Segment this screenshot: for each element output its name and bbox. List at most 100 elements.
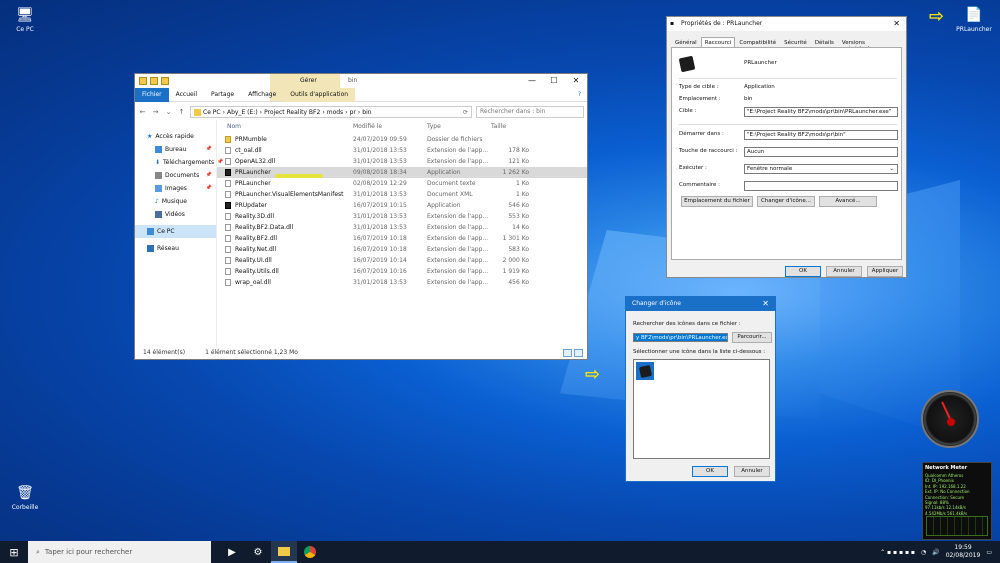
clock[interactable]: 19:59 02/08/2019: [946, 544, 981, 560]
tab-application-tools[interactable]: Outils d'application: [283, 87, 356, 102]
breadcrumb-item[interactable]: Aby_E (E:): [227, 109, 258, 116]
details-view-icon[interactable]: [563, 349, 572, 357]
shortcut-icon: ▪: [670, 20, 675, 27]
settings-icon[interactable]: ⚙: [245, 541, 271, 563]
nav-item-quick-access[interactable]: ★ Accès rapide: [135, 130, 216, 143]
breadcrumb-item[interactable]: mods: [327, 109, 343, 116]
maximize-button[interactable]: ☐: [543, 74, 565, 88]
file-row[interactable]: PRMumble 24/07/2019 09:59 Dossier de fichi…: [217, 134, 587, 145]
file-explorer-icon[interactable]: [271, 541, 297, 563]
comment-field[interactable]: [744, 181, 898, 191]
properties-dialog[interactable]: ▪ Propriétés de : PRLauncher ✕ Général R…: [666, 16, 907, 278]
column-type[interactable]: Type: [427, 120, 491, 134]
file-row[interactable]: Reality.BF2.Data.dll 31/01/2018 13:53 Exte…: [217, 222, 587, 233]
close-button[interactable]: ✕: [762, 297, 769, 311]
breadcrumb-item[interactable]: bin: [362, 109, 371, 116]
file-row[interactable]: PRLauncher 02/08/2019 12:29 Document texte…: [217, 178, 587, 189]
change-icon-button[interactable]: Changer d'icône...: [757, 196, 815, 207]
large-icons-view-icon[interactable]: [574, 349, 583, 357]
up-icon[interactable]: ↑: [177, 108, 186, 116]
speedometer-gadget[interactable]: [921, 390, 979, 448]
shortcut-key-field[interactable]: Aucun: [744, 147, 898, 157]
file-size-cell: 1 919 Ko: [502, 268, 529, 275]
browse-button[interactable]: Parcourir...: [732, 332, 772, 343]
column-size[interactable]: Taille: [491, 120, 529, 134]
desktop-icon-this-pc[interactable]: 🖥 Ce PC: [4, 6, 46, 33]
file-icon: 📄: [965, 7, 983, 23]
file-row[interactable]: Reality.3D.dll 31/01/2018 13:53 Extension …: [217, 211, 587, 222]
file-row[interactable]: PRUpdater 16/07/2019 10:15 Application 546 …: [217, 200, 587, 211]
file-list[interactable]: Nom Modifié le Type Taille PRMumble 24/07…: [217, 120, 587, 347]
change-icon-dialog[interactable]: Changer d'icône ✕ Rechercher des icônes …: [625, 296, 776, 482]
column-name[interactable]: Nom: [217, 120, 353, 134]
icon-list[interactable]: [633, 359, 770, 459]
file-type-cell: Extension de l'app...: [427, 279, 489, 286]
quick-access-toolbar[interactable]: [139, 77, 169, 85]
tab-share[interactable]: Partage: [204, 88, 241, 102]
minimize-button[interactable]: —: [521, 74, 543, 88]
chrome-icon[interactable]: [297, 541, 323, 563]
close-button[interactable]: ✕: [893, 17, 900, 31]
file-row[interactable]: OpenAL32.dll 31/01/2018 13:53 Extension de…: [217, 156, 587, 167]
tray-icons[interactable]: ⌃ ▪ ▪ ▪ ▪ ▪: [880, 549, 915, 556]
file-row[interactable]: ct_oal.dll 31/01/2018 13:53 Extension de l…: [217, 145, 587, 156]
open-file-location-button[interactable]: Emplacement du fichier: [681, 196, 753, 207]
nav-item-downloads[interactable]: ⬇ Téléchargements 📌: [135, 156, 223, 169]
address-bar[interactable]: Ce PC › Aby_E (E:) › Project Reality BF2 › …: [190, 106, 472, 118]
folder-icon[interactable]: [139, 77, 147, 85]
back-icon[interactable]: ←: [138, 108, 147, 116]
tab-view[interactable]: Affichage: [241, 88, 283, 102]
taskbar-search[interactable]: ⌕ Taper ici pour rechercher: [28, 541, 211, 563]
ok-button[interactable]: OK: [692, 466, 728, 477]
nav-item-network[interactable]: Réseau: [135, 242, 216, 255]
tab-file[interactable]: Fichier: [135, 87, 169, 102]
file-row[interactable]: Reality.UI.dll 16/07/2019 10:14 Extension …: [217, 255, 587, 266]
file-row[interactable]: Reality.Net.dll 16/07/2019 10:18 Extension…: [217, 244, 587, 255]
nav-item-music[interactable]: ♪ Musique: [135, 195, 216, 208]
breadcrumb-item[interactable]: pr: [350, 109, 356, 116]
file-explorer-window[interactable]: Gérer bin — ☐ ✕ Fichier Accueil Partage …: [134, 73, 588, 360]
file-row[interactable]: wrap_oal.dll 31/01/2018 13:53 Extension de…: [217, 277, 587, 288]
file-row[interactable]: PRLauncher 09/08/2018 18:34 Application 1 2…: [217, 167, 587, 178]
volume-icon[interactable]: 🔊: [932, 549, 939, 556]
column-modified[interactable]: Modifié le: [353, 120, 427, 134]
new-folder-icon[interactable]: [161, 77, 169, 85]
nav-item-pictures[interactable]: Images 📌: [135, 182, 216, 195]
manage-tab-label[interactable]: Gérer: [300, 74, 317, 88]
refresh-icon[interactable]: ⟳: [463, 109, 468, 116]
desktop-icon-recycle-bin[interactable]: 🗑 Corbeille: [4, 484, 46, 511]
close-button[interactable]: ✕: [565, 74, 587, 88]
network-meter-gadget[interactable]: Network Meter Qualcomm Atheros ID: DI_Ph…: [922, 462, 992, 540]
help-icon[interactable]: ?: [578, 91, 581, 98]
notifications-icon[interactable]: ▭: [986, 549, 992, 556]
search-input[interactable]: Rechercher dans : bin: [476, 106, 584, 118]
breadcrumb-item[interactable]: Ce PC: [203, 109, 221, 116]
cancel-button[interactable]: Annuler: [734, 466, 770, 477]
desktop-icon-prlauncher[interactable]: 📄 PRLauncher: [953, 6, 995, 33]
target-field[interactable]: "E:\Project Reality BF2\mods\pr\bin\PRLa…: [744, 107, 898, 117]
run-select[interactable]: Fenêtre normale ⌄: [744, 164, 898, 174]
file-row[interactable]: Reality.Utils.dll 16/07/2019 10:16 Extensi…: [217, 266, 587, 277]
properties-icon[interactable]: [150, 77, 158, 85]
nav-item-videos[interactable]: Vidéos: [135, 208, 216, 221]
recent-chevron-icon[interactable]: ⌄: [164, 108, 173, 116]
breadcrumb-item[interactable]: Project Reality BF2: [264, 109, 320, 116]
nav-item-documents[interactable]: Documents 📌: [135, 169, 216, 182]
wifi-icon[interactable]: ◔: [921, 549, 926, 556]
cancel-button[interactable]: Annuler: [826, 266, 862, 277]
forward-icon[interactable]: →: [151, 108, 160, 116]
nav-item-desktop[interactable]: Bureau 📌: [135, 143, 216, 156]
start-button[interactable]: ⊞: [0, 546, 28, 559]
nav-item-this-pc[interactable]: Ce PC: [135, 225, 216, 238]
apply-button[interactable]: Appliquer: [867, 266, 903, 277]
icon-list-item-selected[interactable]: [636, 362, 654, 380]
tab-home[interactable]: Accueil: [169, 88, 204, 102]
icon-file-path-field[interactable]: y BF2\mods\pr\bin\PRLauncher.exe: [633, 333, 728, 342]
file-row[interactable]: Reality.BF2.dll 16/07/2019 10:18 Extension…: [217, 233, 587, 244]
file-row[interactable]: PRLauncher.VisualElementsManifest 31/01/2…: [217, 189, 587, 200]
ok-button[interactable]: OK: [785, 266, 821, 277]
advanced-button[interactable]: Avancé...: [819, 196, 877, 207]
start-in-field[interactable]: "E:\Project Reality BF2\mods\pr\bin": [744, 130, 898, 140]
media-player-icon[interactable]: ▶: [219, 541, 245, 563]
navigation-pane[interactable]: ★ Accès rapide Bureau 📌 ⬇ Téléchargements 📌 …: [135, 120, 223, 347]
